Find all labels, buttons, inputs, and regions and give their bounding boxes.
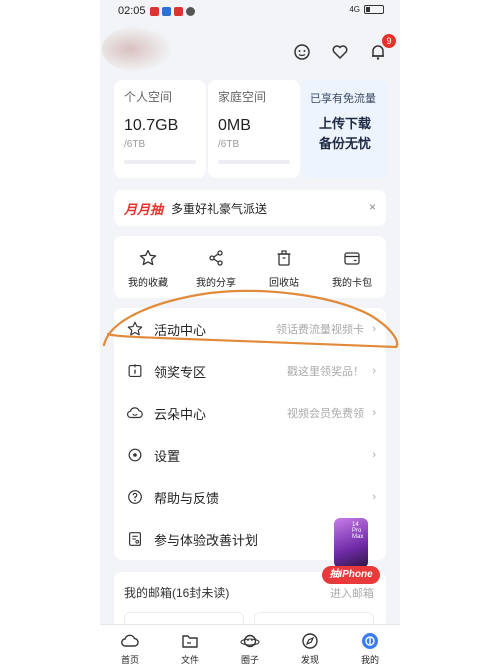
bottom-nav: 首页 文件 圈子 发现 我的 [100, 624, 400, 666]
menu-label: 云朵中心 [154, 406, 207, 422]
app-notification-icon [162, 7, 171, 16]
lottery-banner[interactable]: 月月抽 多重好礼豪气派送 × [114, 190, 386, 226]
card-wallet-button[interactable]: 我的卡包 [318, 236, 386, 298]
banner-text: 多重好礼豪气派送 [171, 201, 268, 216]
close-icon[interactable]: × [369, 200, 376, 214]
storage-progress-bar [124, 160, 196, 164]
nav-label: 我的 [360, 655, 379, 665]
menu-label: 参与体验改善计划 [154, 532, 259, 548]
banner-logo: 月月抽 [124, 201, 164, 217]
nav-discover[interactable]: 发现 [280, 625, 340, 666]
menu-hint: 领话费流量视频卡 [276, 324, 364, 336]
menu-hint: 视频会员免费领 [287, 408, 364, 420]
share-icon [209, 250, 223, 266]
storage-used: 10.7GB [124, 117, 179, 134]
nav-label: 文件 [180, 655, 199, 665]
storage-used: 0MB [218, 117, 251, 134]
app-notification-icon [150, 7, 159, 16]
chevron-right-icon: › [372, 323, 376, 335]
free-traffic-card[interactable]: 已享有免流量 上传下载 备份无忧 [302, 80, 388, 178]
survey-icon [129, 532, 141, 546]
favorites-button[interactable]: 我的收藏 [114, 236, 182, 298]
status-bar: 02:05 4G [100, 0, 400, 24]
chevron-right-icon: › [372, 491, 376, 503]
menu-label: 活动中心 [154, 322, 207, 338]
help-feedback-item[interactable]: 帮助与反馈 › [114, 476, 386, 518]
nav-label: 圈子 [240, 655, 259, 665]
cloud-center-item[interactable]: 云朵中心 视频会员免费领 › [114, 392, 386, 434]
settings-item[interactable]: 设置 › [114, 434, 386, 476]
chevron-right-icon: › [372, 365, 376, 377]
nav-label: 首页 [120, 655, 139, 665]
quick-actions: 我的收藏 我的分享 回收站 我的卡包 [114, 236, 386, 298]
family-space-card[interactable]: 家庭空间 0MB /6TB [208, 80, 300, 178]
app-notification-icon [186, 7, 195, 16]
menu-label: 帮助与反馈 [154, 490, 220, 506]
notification-badge: 9 [382, 34, 396, 48]
compass-icon [302, 633, 318, 649]
star-outline-icon [127, 321, 143, 336]
open-mailbox-link[interactable]: 进入邮箱 [330, 585, 374, 601]
storage-title: 家庭空间 [218, 90, 267, 104]
trash-icon [277, 250, 291, 266]
promo-text: 上传下载 备份无忧 [310, 114, 380, 154]
storage-title: 个人空间 [124, 90, 173, 104]
menu-label: 领奖专区 [154, 364, 207, 380]
promo-line-2: 备份无忧 [318, 136, 371, 151]
iphone-lottery-float[interactable]: 14 Pro Max 抽iPhone [322, 518, 380, 586]
prize-zone-item[interactable]: 领奖专区 戳这里领奖品！ › [114, 350, 386, 392]
personal-space-card[interactable]: 个人空间 10.7GB /6TB [114, 80, 206, 178]
settings-icon [128, 448, 142, 462]
quick-label: 我的分享 [196, 278, 236, 289]
iphone-image: 14 Pro Max [334, 518, 368, 568]
battery-icon [364, 5, 384, 14]
gift-box-icon [128, 364, 142, 377]
system-status: 4G [349, 5, 384, 14]
shares-button[interactable]: 我的分享 [182, 236, 250, 298]
quick-label: 我的收藏 [128, 278, 168, 289]
promo-heading: 已享有免流量 [310, 93, 376, 105]
notification-icons [150, 7, 195, 16]
customer-service-icon[interactable] [292, 42, 312, 62]
activity-center-item[interactable]: 活动中心 领话费流量视频卡 › [114, 308, 386, 350]
nav-circle[interactable]: 圈子 [220, 625, 280, 666]
chevron-right-icon: › [372, 449, 376, 461]
float-promo-label: 抽iPhone [322, 566, 380, 584]
folder-icon [182, 635, 198, 648]
quick-label: 回收站 [269, 278, 299, 289]
status-time: 02:05 [118, 5, 146, 17]
nav-label: 发现 [300, 655, 319, 665]
nav-home[interactable]: 首页 [100, 625, 160, 666]
heart-icon[interactable] [330, 42, 350, 62]
storage-total: /6TB [124, 139, 146, 150]
nav-mine[interactable]: 我的 [340, 625, 400, 666]
planet-icon [240, 634, 260, 648]
profile-icon [362, 633, 378, 649]
header-actions: 9 [292, 34, 396, 62]
bell-icon[interactable]: 9 [368, 34, 396, 62]
phone-screen: 02:05 4G 9 个人空间 10.7GB /6TB 家庭空间 0MB /6T… [100, 0, 400, 666]
promo-model-text: 14 Pro Max [352, 522, 364, 540]
storage-total: /6TB [218, 139, 240, 150]
avatar[interactable] [102, 26, 172, 72]
promo-line-1: 上传下载 [318, 116, 371, 131]
menu-hint: 戳这里领奖品！ [287, 366, 364, 378]
quick-label: 我的卡包 [332, 278, 372, 289]
menu-label: 设置 [154, 448, 181, 464]
app-notification-icon [174, 7, 183, 16]
cloud-icon [127, 407, 143, 419]
network-label: 4G [349, 5, 360, 14]
recycle-bin-button[interactable]: 回收站 [250, 236, 318, 298]
help-icon [128, 490, 142, 504]
storage-progress-bar [218, 160, 290, 164]
star-icon [139, 249, 157, 266]
home-cloud-icon [121, 634, 139, 647]
chevron-right-icon: › [372, 407, 376, 419]
wallet-icon [344, 252, 360, 265]
nav-files[interactable]: 文件 [160, 625, 220, 666]
